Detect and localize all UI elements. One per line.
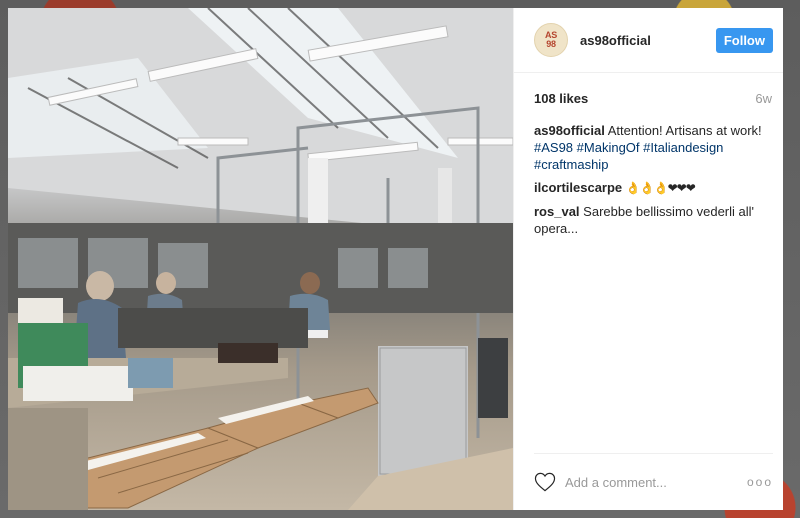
comment-text: Attention! Artisans at work! xyxy=(607,123,762,138)
post-footer: Add a comment... ooo xyxy=(534,453,773,510)
comments-list: as98official Attention! Artisans at work… xyxy=(534,122,769,237)
hashtag-link[interactable]: #MakingOf xyxy=(577,140,640,155)
hashtag-link[interactable]: #AS98 xyxy=(534,140,573,155)
heart-icon[interactable] xyxy=(534,472,556,492)
comment-user[interactable]: ros_val xyxy=(534,204,580,219)
post-age[interactable]: 6w xyxy=(755,91,772,106)
comment-user[interactable]: ilcortilescarpe xyxy=(534,180,622,195)
post-modal: AS 98 as98official Follow 108 likes 6w a… xyxy=(8,8,783,510)
avatar-text-bottom: 98 xyxy=(546,39,556,49)
post-sidebar: AS 98 as98official Follow 108 likes 6w a… xyxy=(513,8,783,510)
post-header: AS 98 as98official Follow xyxy=(514,8,783,73)
post-username[interactable]: as98official xyxy=(580,33,716,48)
hashtag-link[interactable]: #Italiandesign xyxy=(643,140,723,155)
comment-user[interactable]: as98official xyxy=(534,123,605,138)
comment-item: ilcortilescarpe 👌👌👌❤❤❤ xyxy=(534,179,769,197)
post-stats: 108 likes 6w xyxy=(534,91,772,106)
follow-button[interactable]: Follow xyxy=(715,27,773,53)
comment-item: ros_val Sarebbe bellissimo vederli all' … xyxy=(534,203,769,237)
add-comment-input[interactable]: Add a comment... xyxy=(565,475,747,490)
post-photo xyxy=(8,8,513,510)
likes-count[interactable]: 108 likes xyxy=(534,91,588,106)
more-options-icon[interactable]: ooo xyxy=(747,475,773,489)
workshop-photo-illustration xyxy=(8,8,513,510)
comment-text: 👌👌👌❤❤❤ xyxy=(625,181,696,195)
comment-caption: as98official Attention! Artisans at work… xyxy=(534,122,769,173)
avatar[interactable]: AS 98 xyxy=(534,23,568,57)
hashtag-link[interactable]: #craftmaship xyxy=(534,157,608,172)
